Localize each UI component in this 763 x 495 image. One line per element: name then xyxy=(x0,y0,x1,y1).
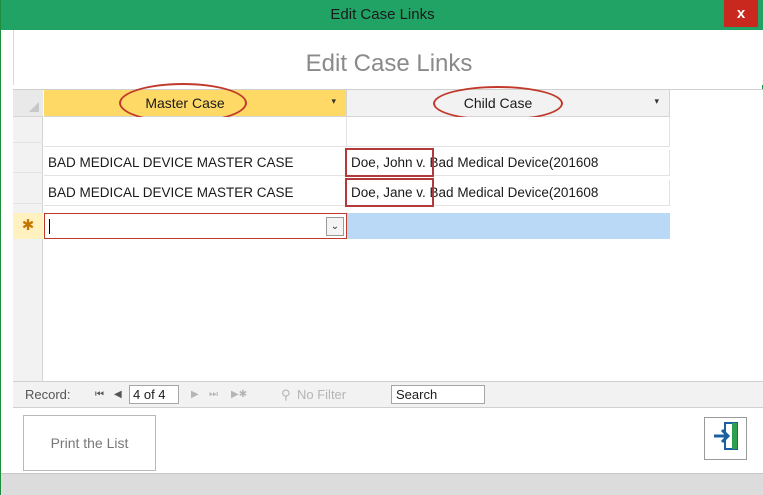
form-footer: Print the List xyxy=(13,407,763,473)
record-selector-column: ✱ xyxy=(13,90,43,382)
column-header-child-case[interactable]: Child Case ▾ xyxy=(347,90,670,117)
sort-dropdown-icon[interactable]: ▾ xyxy=(331,96,336,107)
exit-button[interactable] xyxy=(704,417,747,460)
record-selector[interactable] xyxy=(13,178,43,204)
child-case-cell[interactable]: Doe, John v. Bad Medical Device(201608 xyxy=(347,150,670,176)
text-caret xyxy=(49,219,50,234)
child-case-cell[interactable]: Doe, Jane v. Bad Medical Device(201608 xyxy=(347,180,670,206)
record-navigation-bar: Record: ⏮ ◀ 4 of 4 ▶ ⏭ ▶✱ ⚲ No Filter Se… xyxy=(13,381,763,407)
window-title: Edit Case Links xyxy=(330,6,435,23)
no-filter-label[interactable]: No Filter xyxy=(297,387,346,402)
print-list-button[interactable]: Print the List xyxy=(23,415,156,471)
new-record-icon[interactable]: ▶✱ xyxy=(231,389,247,400)
select-all-corner[interactable] xyxy=(13,90,43,117)
title-bar: Edit Case Links x xyxy=(1,0,763,30)
status-bar xyxy=(1,473,763,495)
child-case-cell[interactable] xyxy=(347,117,670,147)
exit-icon xyxy=(712,421,740,456)
last-record-icon[interactable]: ⏭ xyxy=(209,389,218,400)
child-case-new-cell[interactable] xyxy=(347,213,670,239)
form-header: Edit Case Links xyxy=(13,30,763,85)
form-title: Edit Case Links xyxy=(305,50,473,77)
record-selector[interactable] xyxy=(13,117,43,143)
datasheet: ✱ Master Case ▾ Child Case ▾ BAD MEDICAL… xyxy=(13,83,763,382)
current-record-field[interactable]: 4 of 4 xyxy=(129,385,179,404)
master-case-cell[interactable] xyxy=(44,117,347,147)
record-selector[interactable] xyxy=(13,147,43,173)
close-button[interactable]: x xyxy=(724,0,758,27)
edit-case-links-window: Edit Case Links x Edit Case Links ✱ Mast… xyxy=(0,0,763,495)
sort-dropdown-icon[interactable]: ▾ xyxy=(654,96,659,107)
column-header-label: Child Case xyxy=(463,95,533,111)
master-case-cell[interactable]: BAD MEDICAL DEVICE MASTER CASE xyxy=(44,180,347,206)
search-input[interactable]: Search xyxy=(391,385,485,404)
previous-record-icon[interactable]: ◀ xyxy=(114,389,122,400)
record-label: Record: xyxy=(25,387,71,402)
master-case-cell[interactable]: BAD MEDICAL DEVICE MASTER CASE xyxy=(44,150,347,176)
combo-dropdown-button[interactable]: ⌄ xyxy=(326,217,344,236)
new-record-marker-icon: ✱ xyxy=(13,213,43,239)
next-record-icon[interactable]: ▶ xyxy=(191,389,199,400)
master-case-combo[interactable]: ⌄ xyxy=(44,213,347,239)
column-header-master-case[interactable]: Master Case ▾ xyxy=(44,90,347,117)
filter-icon[interactable]: ⚲ xyxy=(281,387,291,403)
column-header-label: Master Case xyxy=(145,95,225,111)
first-record-icon[interactable]: ⏮ xyxy=(95,389,104,400)
